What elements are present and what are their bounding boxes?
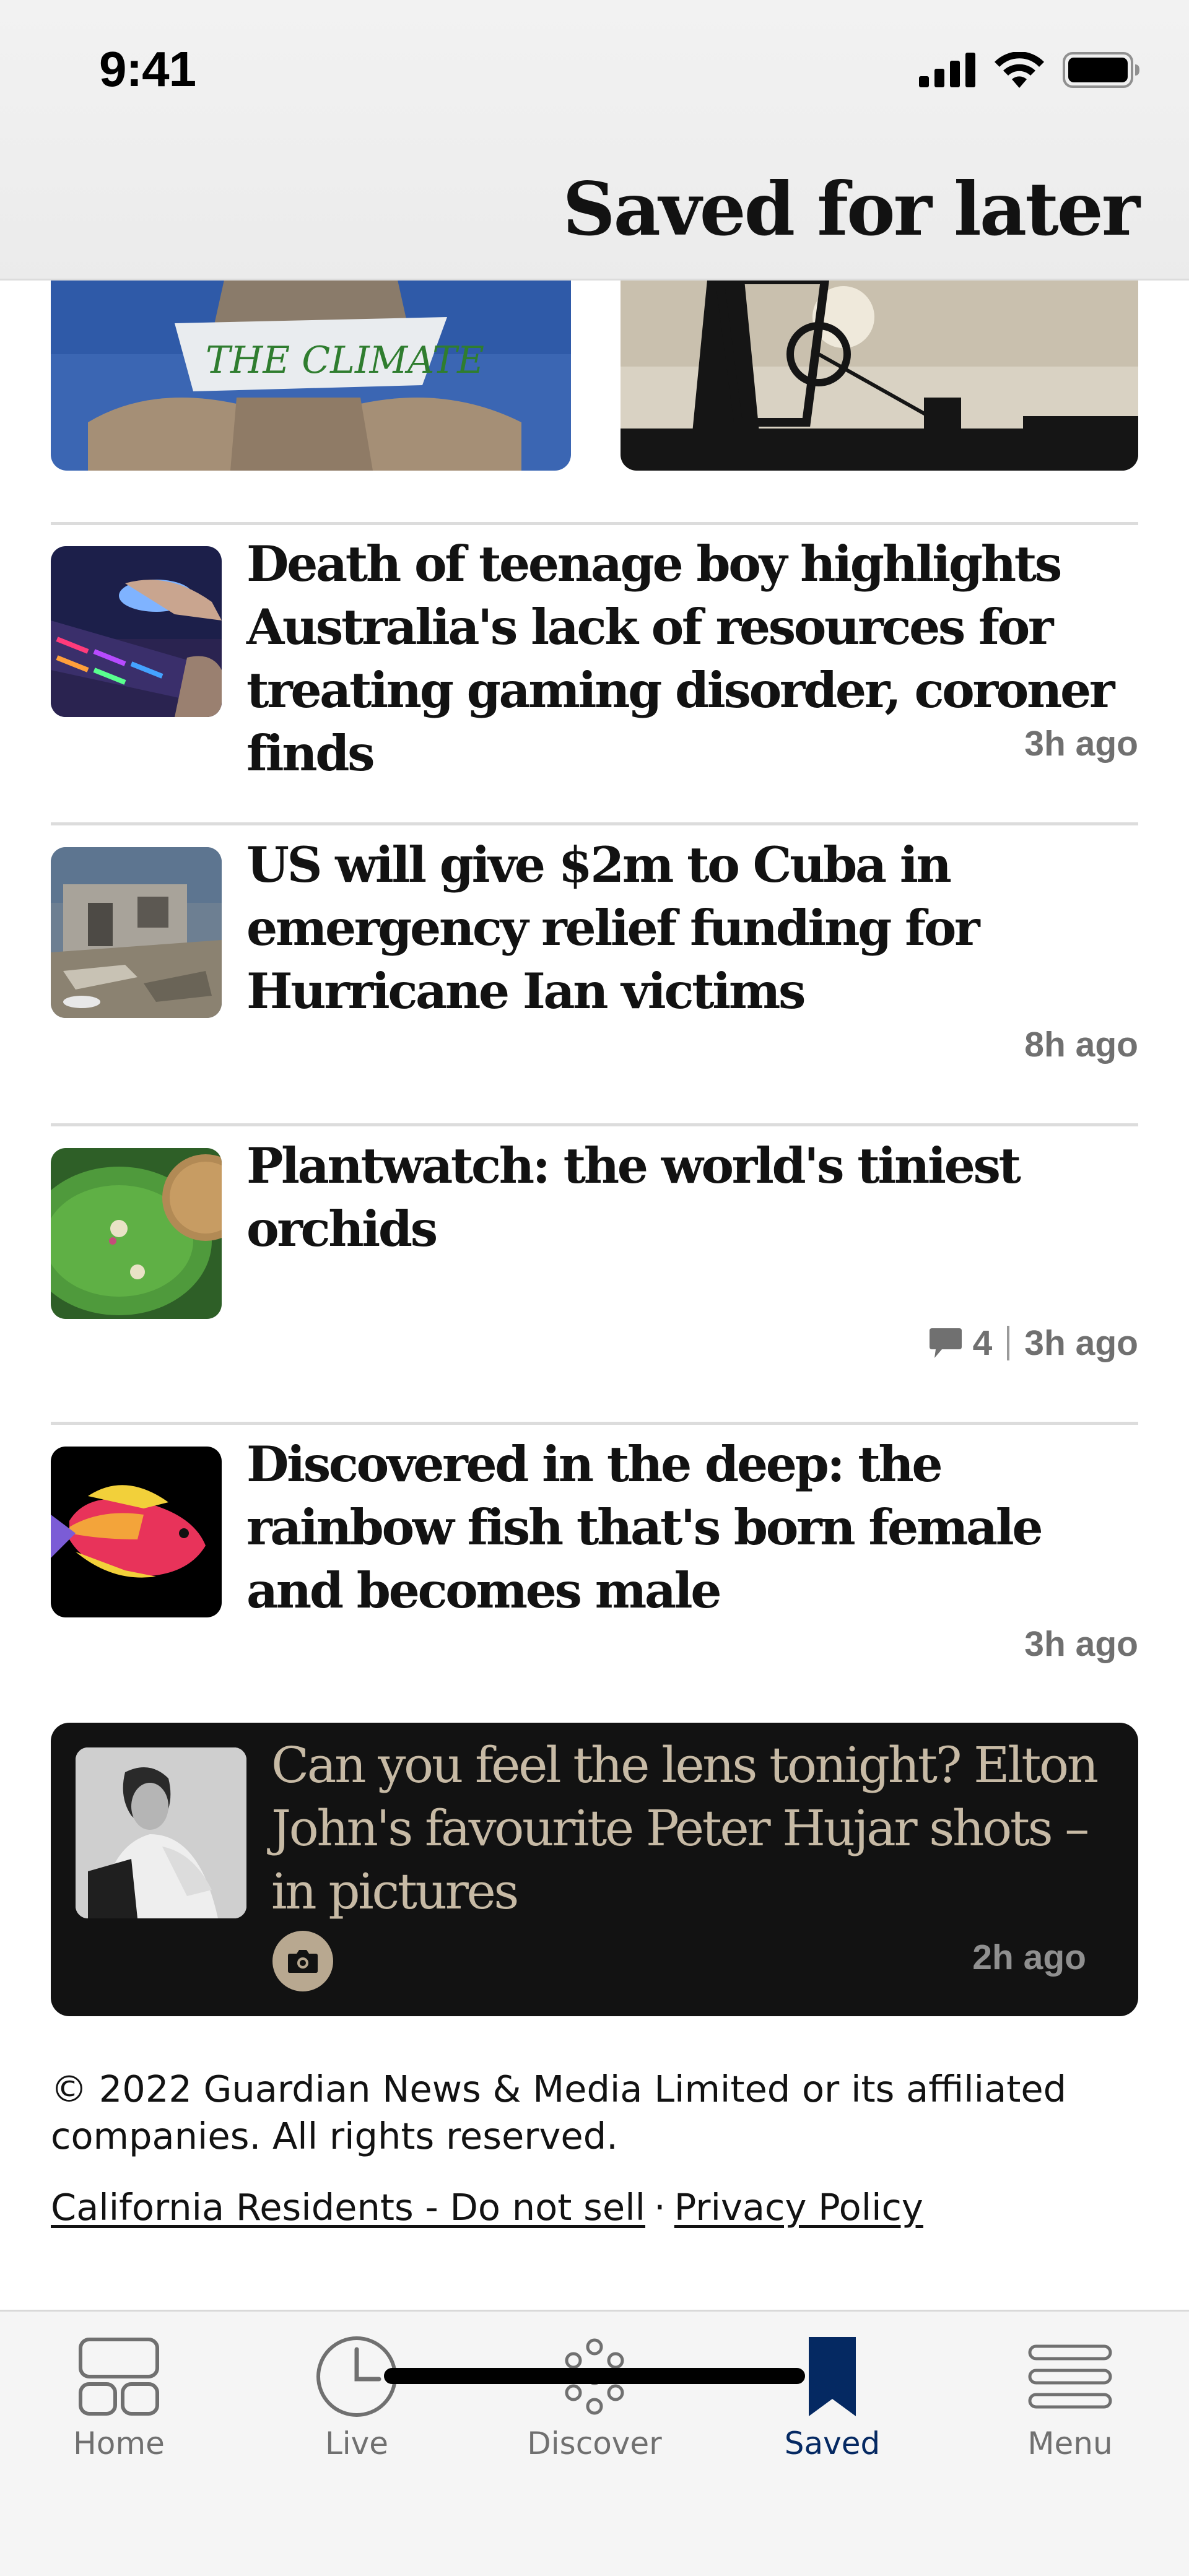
- header: 9:41 Saved for later: [0, 0, 1189, 281]
- gallery-time: 2h ago: [972, 1938, 1086, 1977]
- home-icon: [79, 2338, 159, 2416]
- status-time: 9:41: [99, 41, 196, 97]
- battery-icon: [1063, 52, 1139, 88]
- hurricane-damage-photo: [51, 847, 222, 1018]
- divider: [51, 1422, 1138, 1425]
- tab-label: Discover: [527, 2426, 662, 2461]
- tab-label: Home: [73, 2426, 165, 2461]
- privacy-policy-link[interactable]: Privacy Policy: [674, 2186, 923, 2229]
- article-image-statue[interactable]: THE CLIMATE: [51, 280, 571, 471]
- article-thumbnail[interactable]: [51, 546, 222, 717]
- gallery-card[interactable]: Can you feel the lens tonight? Elton Joh…: [51, 1723, 1138, 2016]
- page-title: Saved for later: [562, 166, 1140, 252]
- link-separator: ·: [654, 2186, 666, 2229]
- article-time: 3h ago: [1024, 724, 1138, 764]
- camera-icon-badge: [272, 1931, 333, 1991]
- gallery-headline: Can you feel the lens tonight? Elton Joh…: [271, 1736, 1099, 1920]
- tab-bar: Home Live Discover Saved Menu: [0, 2310, 1189, 2576]
- home-indicator: [384, 2368, 805, 2384]
- article-time: 3h ago: [1024, 1323, 1138, 1363]
- meta-separator: [1007, 1326, 1010, 1360]
- tab-label: Menu: [1027, 2426, 1113, 2461]
- article-time: 3h ago: [1024, 1624, 1138, 1664]
- article-meta: 3h ago: [1024, 723, 1138, 764]
- article-headline[interactable]: Plantwatch: the world's tiniest orchids: [246, 1134, 1138, 1261]
- comment-icon: [929, 1328, 962, 1358]
- tab-label: Live: [324, 2426, 389, 2461]
- divider: [51, 522, 1138, 525]
- article-meta: 3h ago: [1024, 1624, 1138, 1664]
- statue-photo: THE CLIMATE: [51, 280, 571, 471]
- tab-discover[interactable]: Discover: [476, 2330, 713, 2479]
- tab-menu[interactable]: Menu: [951, 2330, 1189, 2479]
- copyright-text: © 2022 Guardian News & Media Limited or …: [51, 2068, 1067, 2157]
- tab-home[interactable]: Home: [0, 2330, 238, 2479]
- tab-saved[interactable]: Saved: [713, 2330, 951, 2479]
- wifi-icon: [995, 52, 1044, 88]
- article-headline[interactable]: Death of teenage boy highlights Australi…: [246, 533, 1138, 785]
- article-image-mine[interactable]: [621, 280, 1138, 471]
- article-thumbnail[interactable]: [51, 1148, 222, 1319]
- portrait-photo: [76, 1747, 246, 1918]
- article-headline[interactable]: Discovered in the deep: the rainbow fish…: [246, 1433, 1138, 1622]
- tab-live[interactable]: Live: [238, 2330, 476, 2479]
- comment-count: 4: [972, 1323, 993, 1363]
- camera-icon: [288, 1950, 318, 1973]
- svg-text:THE CLIMATE: THE CLIMATE: [206, 339, 484, 382]
- divider: [51, 822, 1138, 825]
- divider: [51, 1123, 1138, 1126]
- menu-icon: [1028, 2344, 1112, 2409]
- status-icons: [919, 52, 1141, 88]
- gaming-keyboard-photo: [51, 546, 222, 717]
- orchid-leaf-photo: [51, 1148, 222, 1319]
- california-do-not-sell-link[interactable]: California Residents - Do not sell: [51, 2186, 645, 2229]
- footer-links: California Residents - Do not sell · Priva…: [51, 2186, 923, 2229]
- bookmark-icon: [809, 2337, 856, 2416]
- rainbow-fish-photo: [51, 1447, 222, 1617]
- article-thumbnail[interactable]: [51, 847, 222, 1018]
- cellular-signal-icon: [919, 53, 975, 87]
- article-headline[interactable]: US will give $2m to Cuba in emergency re…: [246, 833, 1138, 1023]
- mine-silhouette-photo: [621, 280, 1138, 471]
- tab-label: Saved: [784, 2426, 881, 2461]
- article-meta: 4 3h ago: [928, 1323, 1138, 1364]
- article-thumbnail[interactable]: [51, 1447, 222, 1617]
- gallery-thumbnail: [76, 1747, 246, 1918]
- article-time: 8h ago: [1024, 1025, 1138, 1064]
- article-meta: 8h ago: [1024, 1024, 1138, 1065]
